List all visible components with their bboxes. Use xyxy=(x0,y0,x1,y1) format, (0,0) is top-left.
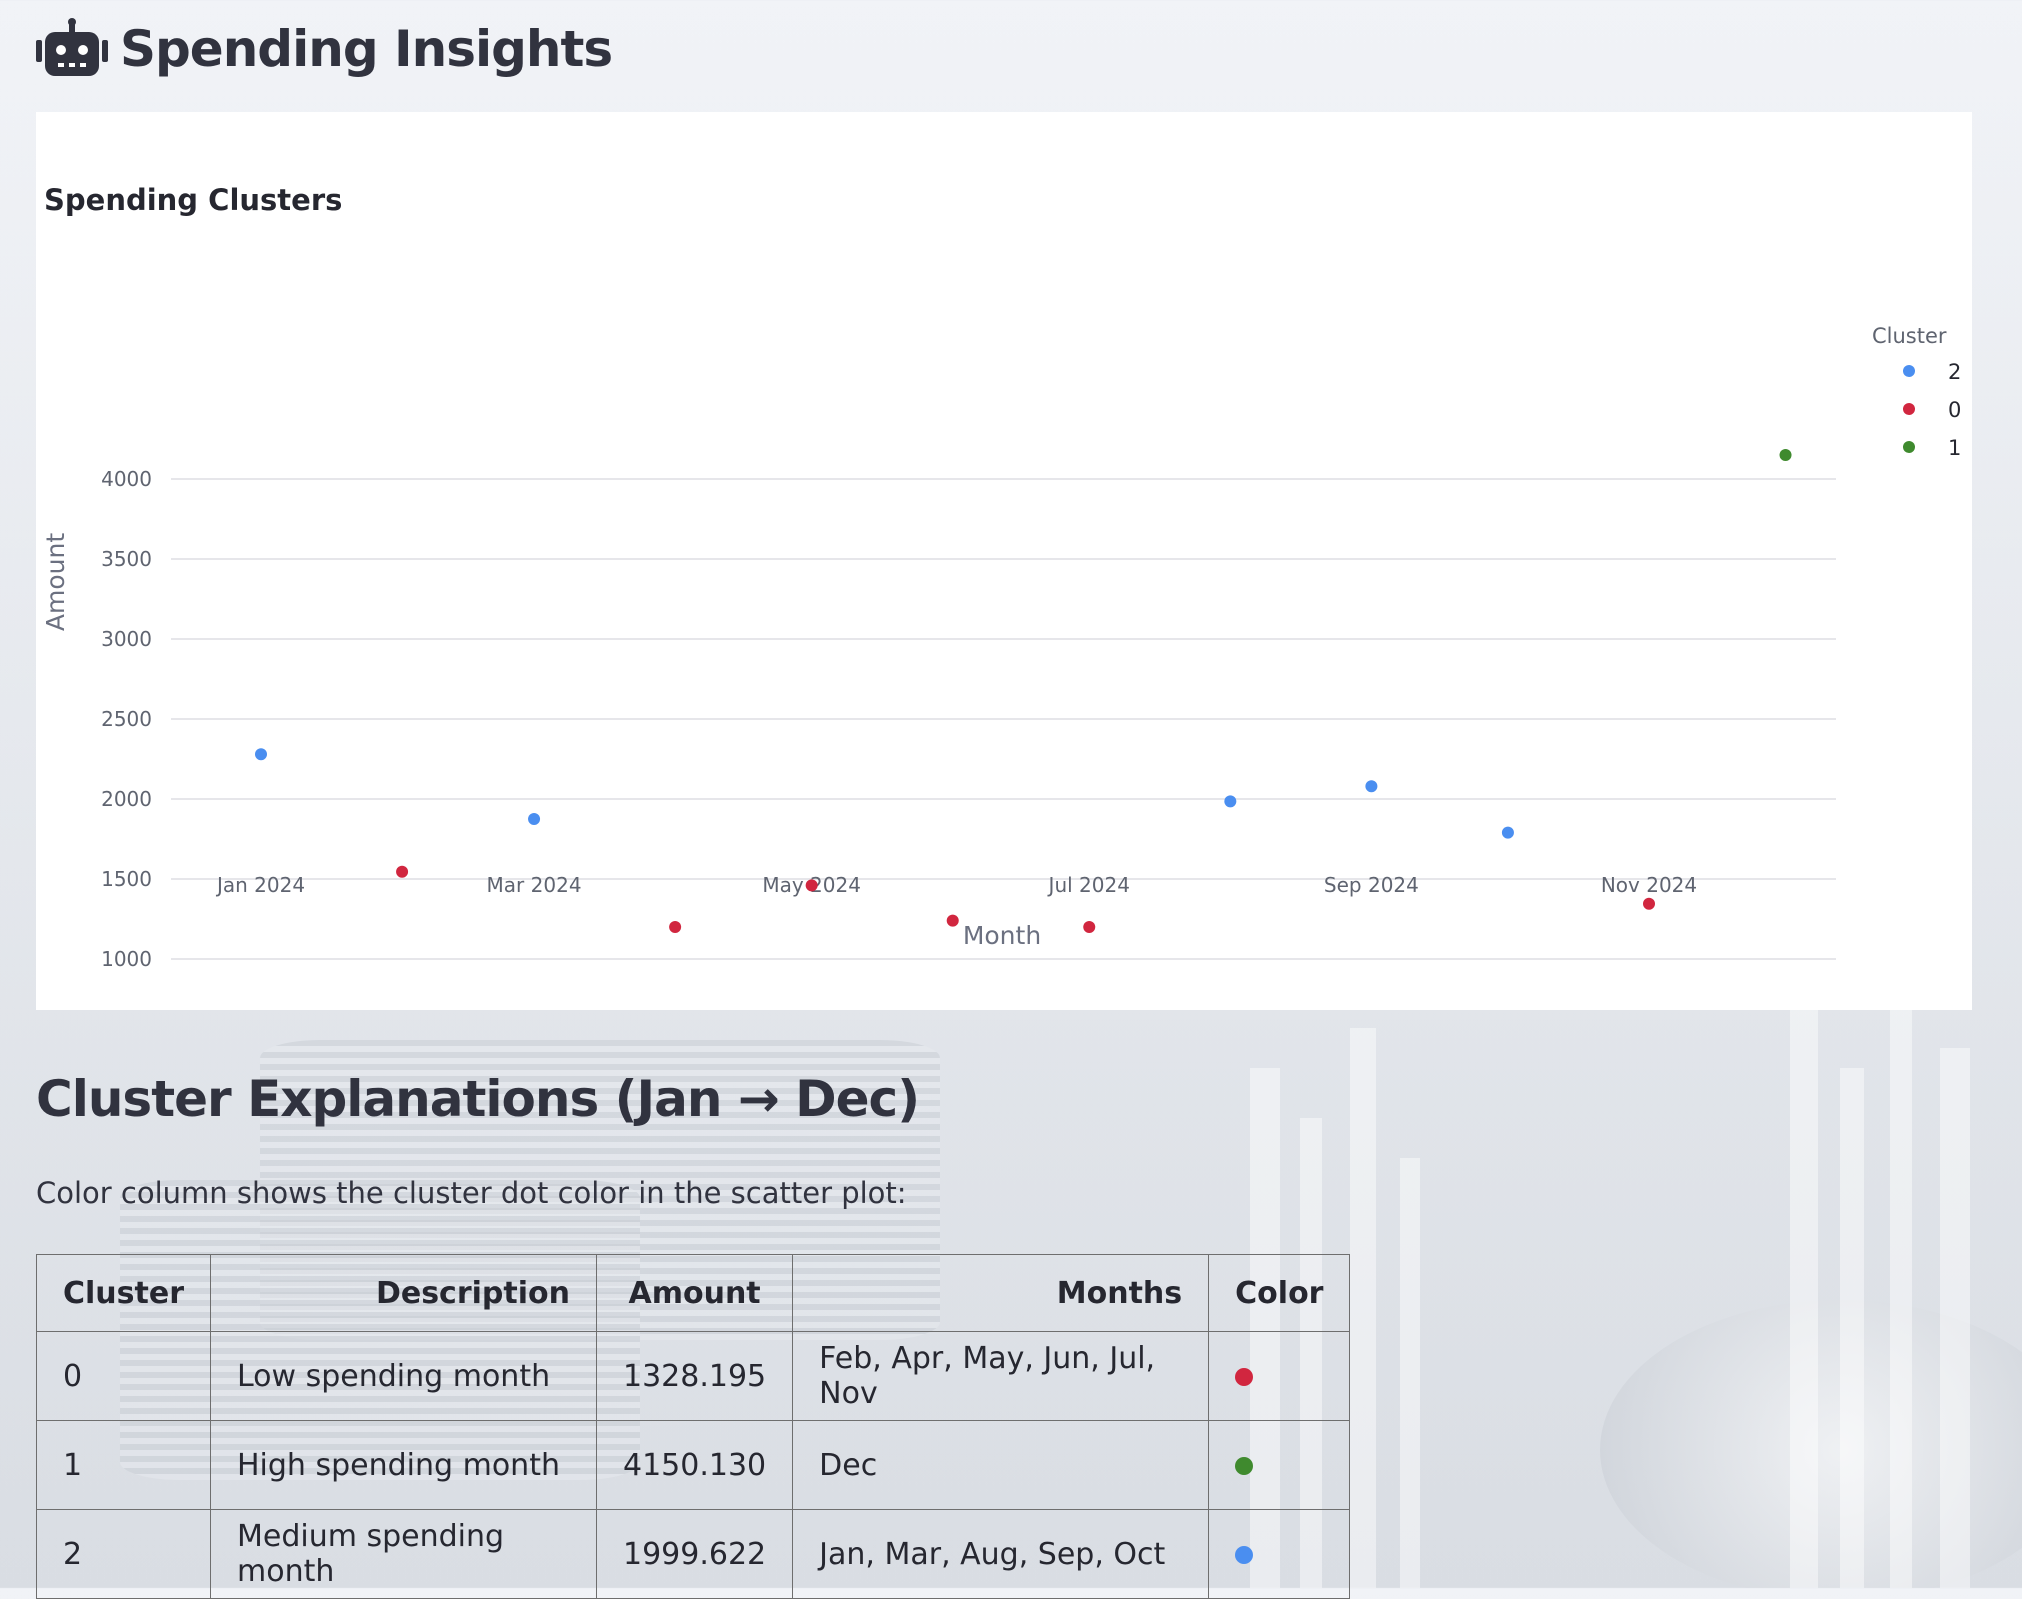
legend-item-label: 1 xyxy=(1948,436,1961,460)
x-tick-label: Nov 2024 xyxy=(1601,873,1697,897)
x-axis-label: Month xyxy=(963,921,1041,950)
data-point xyxy=(946,914,959,927)
scatter-chart: Spending Clusters 1000 1500 2000 2500 3000 350… xyxy=(41,183,1961,971)
y-tick-label: 2000 xyxy=(101,787,152,811)
y-axis-label: Amount xyxy=(41,533,70,631)
data-point xyxy=(255,748,267,761)
color-dot xyxy=(1235,1368,1254,1386)
cell-months: Dec xyxy=(792,1420,1210,1510)
y-tick-label: 3500 xyxy=(101,547,152,571)
color-dot xyxy=(1235,1546,1254,1564)
cell-description: Medium spending month xyxy=(210,1509,597,1599)
cell-cluster: 2 xyxy=(36,1509,211,1599)
cell-color xyxy=(1208,1331,1351,1421)
column-header-months: Months xyxy=(792,1254,1210,1332)
column-header-color: Color xyxy=(1208,1254,1351,1332)
y-tick-label: 2500 xyxy=(101,707,152,731)
cell-months: Feb, Apr, May, Jun, Jul, Nov xyxy=(792,1331,1210,1421)
chart-title: Spending Clusters xyxy=(44,183,342,217)
cell-amount: 1999.622 xyxy=(595,1509,794,1599)
data-point xyxy=(1779,449,1792,461)
cell-color xyxy=(1208,1509,1351,1599)
column-header-amount: Amount xyxy=(595,1254,794,1332)
robot-icon xyxy=(36,18,108,76)
data-point xyxy=(1083,921,1096,933)
chart-card: Spending Clusters 1000 1500 2000 2500 3000 350… xyxy=(36,112,1972,1010)
x-tick-label: Jul 2024 xyxy=(1047,873,1130,897)
data-point xyxy=(528,813,541,825)
table-row: 2 Medium spending month 1999.622 Jan, Ma… xyxy=(36,1509,1351,1599)
page-header: Spending Insights xyxy=(36,14,613,84)
cell-amount: 4150.130 xyxy=(595,1420,794,1510)
data-point xyxy=(1501,826,1514,839)
column-header-cluster: Cluster xyxy=(36,1254,211,1332)
cell-cluster: 1 xyxy=(36,1420,211,1510)
x-tick-label: Mar 2024 xyxy=(487,873,582,897)
legend-title: Cluster xyxy=(1872,324,1947,348)
cell-color xyxy=(1208,1420,1351,1510)
table-caption: Color column shows the cluster dot color… xyxy=(36,1176,907,1210)
cell-description: High spending month xyxy=(210,1420,597,1510)
data-point xyxy=(1365,780,1378,793)
cell-amount: 1328.195 xyxy=(595,1331,794,1421)
y-tick-label: 4000 xyxy=(101,467,152,491)
y-tick-label: 3000 xyxy=(101,627,152,651)
cell-months: Jan, Mar, Aug, Sep, Oct xyxy=(792,1509,1210,1599)
cell-description: Low spending month xyxy=(210,1331,597,1421)
column-header-description: Description xyxy=(210,1254,597,1332)
color-dot xyxy=(1235,1457,1254,1475)
cluster-table: Cluster Description Amount Months Color … xyxy=(36,1254,1351,1599)
x-tick-label: Sep 2024 xyxy=(1324,873,1419,897)
legend-item-label: 2 xyxy=(1948,360,1961,384)
x-tick-label: Jan 2024 xyxy=(215,873,305,897)
table-row: 0 Low spending month 1328.195 Feb, Apr, … xyxy=(36,1331,1351,1421)
legend-item-label: 0 xyxy=(1948,398,1961,422)
cell-cluster: 0 xyxy=(36,1331,211,1421)
y-tick-label: 1000 xyxy=(101,947,152,971)
legend-marker xyxy=(1903,441,1915,453)
data-point xyxy=(1224,795,1237,808)
section-title: Cluster Explanations (Jan → Dec) xyxy=(36,1070,920,1128)
y-tick-label: 1500 xyxy=(101,867,152,891)
data-point xyxy=(669,921,682,933)
data-point xyxy=(1643,897,1655,910)
table-header-row: Cluster Description Amount Months Color xyxy=(36,1254,1351,1332)
data-point xyxy=(805,879,818,892)
data-point xyxy=(396,865,409,878)
legend-marker xyxy=(1903,403,1915,415)
table-row: 1 High spending month 4150.130 Dec xyxy=(36,1420,1351,1510)
legend-marker xyxy=(1903,365,1915,377)
page-title: Spending Insights xyxy=(120,20,613,78)
